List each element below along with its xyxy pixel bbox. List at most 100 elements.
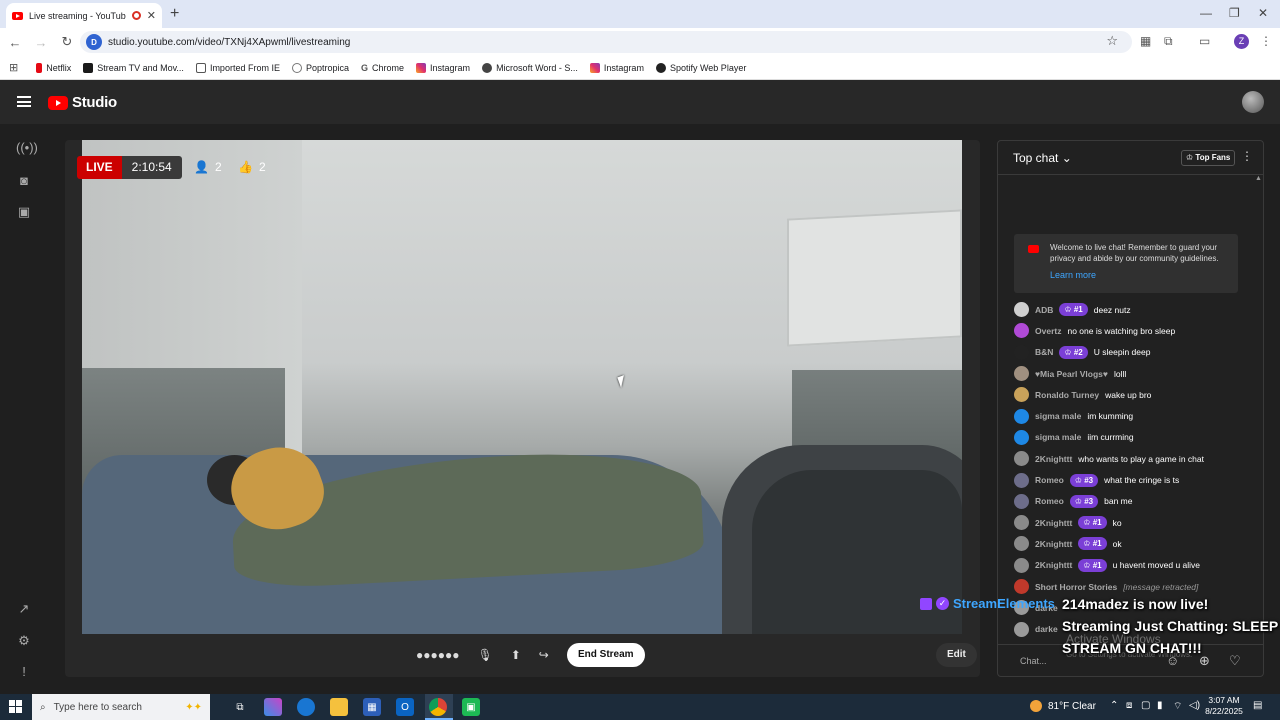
tray-app-icon[interactable]: ⧈ <box>1126 700 1132 711</box>
external-link-icon[interactable]: ↗ <box>16 601 32 617</box>
reload-icon[interactable]: ↻ <box>56 34 78 50</box>
bookmark-instagram[interactable]: Instagram <box>416 62 470 73</box>
chat-author-name[interactable]: sigma male <box>1035 411 1081 421</box>
chat-author-name[interactable]: 2Knighttt <box>1035 539 1072 549</box>
wifi-icon[interactable]: ⌔ <box>1173 700 1182 713</box>
chat-author-avatar[interactable] <box>1014 536 1029 552</box>
chat-author-avatar[interactable] <box>1014 323 1029 339</box>
chat-author-avatar[interactable] <box>1014 472 1029 488</box>
taskbar-clock[interactable]: 3:07 AM 8/22/2025 <box>1204 695 1244 717</box>
minimize-icon[interactable]: — <box>1200 6 1212 20</box>
taskbar-search[interactable]: ⌕ Type here to search ✦✦ <box>32 694 210 720</box>
chat-message-row[interactable]: 2Knighttt ♔ #1 ko <box>1014 512 1259 533</box>
scroll-up-icon[interactable]: ▲ <box>1255 175 1262 182</box>
chat-author-avatar[interactable] <box>1014 387 1029 403</box>
chat-author-name[interactable]: darke <box>1035 624 1058 634</box>
file-explorer-icon[interactable] <box>330 698 348 716</box>
bookmark-chrome[interactable]: G Chrome <box>361 63 404 73</box>
url-text[interactable]: studio.youtube.com/video/TXNj4XApwml/liv… <box>108 37 350 48</box>
chat-message-row[interactable]: B&N ♔ #2 U sleepin deep <box>1014 342 1259 363</box>
feedback-icon[interactable]: ! <box>16 664 32 679</box>
chat-message-row[interactable]: Ronaldo Turney wake up bro <box>1014 384 1259 405</box>
bookmark-netflix[interactable]: Netflix <box>36 62 71 73</box>
chat-author-name[interactable]: Overtz <box>1035 326 1061 336</box>
chat-author-name[interactable]: sigma male <box>1035 432 1081 442</box>
app-icon[interactable]: ▣ <box>462 698 480 716</box>
chat-author-avatar[interactable] <box>1014 515 1029 531</box>
chat-author-avatar[interactable] <box>1014 579 1029 594</box>
chat-message-row[interactable]: sigma male iim currming <box>1014 427 1259 448</box>
chat-author-name[interactable]: 2Knighttt <box>1035 454 1072 464</box>
chat-author-name[interactable]: 2Knighttt <box>1035 518 1072 528</box>
forward-icon[interactable]: → <box>30 35 52 50</box>
chat-message-row[interactable]: Short Horror Stories [message retracted] <box>1014 576 1259 597</box>
chat-author-name[interactable]: ♥Mia Pearl Vlogs♥ <box>1035 369 1108 379</box>
tray-app-2-icon[interactable]: ▢ <box>1141 700 1150 711</box>
close-window-icon[interactable]: ✕ <box>1258 6 1268 20</box>
chat-author-name[interactable]: Romeo <box>1035 496 1064 506</box>
chat-message-row[interactable]: ♥Mia Pearl Vlogs♥ lolll <box>1014 363 1259 384</box>
camera-icon[interactable]: ◙ <box>16 173 32 188</box>
browser-menu-icon[interactable]: ⋮ <box>1260 34 1272 48</box>
new-tab-icon[interactable]: + <box>170 5 179 23</box>
chat-author-avatar[interactable] <box>1014 493 1029 509</box>
chat-author-avatar[interactable] <box>1014 451 1029 467</box>
chat-message-row[interactable]: Overtz no one is watching bro sleep <box>1014 320 1259 341</box>
chat-message-row[interactable]: Romeo ♔ #3 ban me <box>1014 491 1259 512</box>
weather-widget[interactable]: 81°F Clear <box>1030 700 1096 712</box>
studio-logo[interactable]: Studio <box>48 94 117 111</box>
apps-grid-icon[interactable]: ⊞ <box>9 61 18 74</box>
bookmark-instagram-2[interactable]: Instagram <box>589 62 644 73</box>
outlook-icon[interactable]: O <box>396 698 414 716</box>
chat-author-name[interactable]: B&N <box>1035 347 1053 357</box>
screen-share-icon[interactable]: ⬆ <box>511 648 521 662</box>
chat-author-avatar[interactable] <box>1014 344 1029 360</box>
chat-author-avatar[interactable] <box>1014 302 1029 318</box>
stream-preview-video[interactable] <box>82 140 962 634</box>
bookmark-spotify[interactable]: Spotify Web Player <box>655 62 746 73</box>
edge-icon[interactable] <box>297 698 315 716</box>
chat-more-icon[interactable]: ⋮ <box>1241 149 1253 163</box>
bookmark-poptropica[interactable]: Poptropica <box>291 62 349 73</box>
tray-battery-icon[interactable]: ▮ <box>1157 700 1163 711</box>
site-info-icon[interactable]: D <box>86 34 102 50</box>
learn-more-link[interactable]: Learn more <box>1050 270 1096 280</box>
chat-author-avatar[interactable] <box>1014 408 1029 424</box>
menu-icon[interactable] <box>17 96 31 107</box>
top-fans-button[interactable]: ♔ Top Fans <box>1181 150 1236 166</box>
copilot-icon[interactable] <box>264 698 282 716</box>
chat-author-avatar[interactable] <box>1014 429 1029 445</box>
volume-icon[interactable]: ◁) <box>1189 700 1200 711</box>
tray-chevron-icon[interactable]: ⌃ <box>1110 700 1118 711</box>
extensions-puzzle-icon[interactable]: ⧉ <box>1164 34 1173 49</box>
chat-author-name[interactable]: Short Horror Stories <box>1035 582 1117 592</box>
restore-icon[interactable]: ❐ <box>1229 6 1240 20</box>
windows-start-icon[interactable] <box>9 700 22 713</box>
browser-tab[interactable]: Live streaming - YouTube Studio ✕ <box>6 3 162 28</box>
chat-author-name[interactable]: Romeo <box>1035 475 1064 485</box>
bookmark-stream-tv[interactable]: Stream TV and Mov... <box>83 62 184 73</box>
chat-author-avatar[interactable] <box>1014 366 1029 382</box>
live-broadcast-icon[interactable]: ((•)) <box>16 140 38 155</box>
chat-mode-dropdown[interactable]: Top chat ⌄ <box>1013 151 1072 165</box>
chat-input[interactable]: Chat... <box>1020 656 1047 666</box>
bookmark-star-icon[interactable]: ☆ <box>1106 33 1118 49</box>
chrome-icon[interactable] <box>429 698 447 716</box>
notifications-icon[interactable]: ▤ <box>1253 700 1262 711</box>
close-tab-icon[interactable]: ✕ <box>147 9 156 22</box>
omnibox[interactable]: D studio.youtube.com/video/TXNj4XApwml/l… <box>80 31 1132 53</box>
microphone-icon[interactable]: 🎙 <box>478 648 493 662</box>
task-view-icon[interactable]: ⧉ <box>231 698 249 716</box>
chat-message-row[interactable]: ADB ♔ #1 deez nutz <box>1014 299 1259 320</box>
chat-author-avatar[interactable] <box>1014 621 1029 637</box>
heart-icon[interactable]: ♡ <box>1229 653 1241 669</box>
bookmark-imported-from-ie[interactable]: Imported From IE <box>195 62 280 73</box>
extension-icon[interactable]: ▦ <box>1140 34 1151 48</box>
side-panel-icon[interactable]: ▭ <box>1199 34 1210 48</box>
chat-author-name[interactable]: 2Knighttt <box>1035 560 1072 570</box>
end-stream-button[interactable]: End Stream <box>567 643 645 667</box>
chat-message-row[interactable]: 2Knighttt ♔ #1 u havent moved u alive <box>1014 555 1259 576</box>
chat-author-name[interactable]: ADB <box>1035 305 1053 315</box>
chat-message-row[interactable]: Romeo ♔ #3 what the cringe is ts <box>1014 469 1259 490</box>
chat-author-avatar[interactable] <box>1014 557 1029 573</box>
